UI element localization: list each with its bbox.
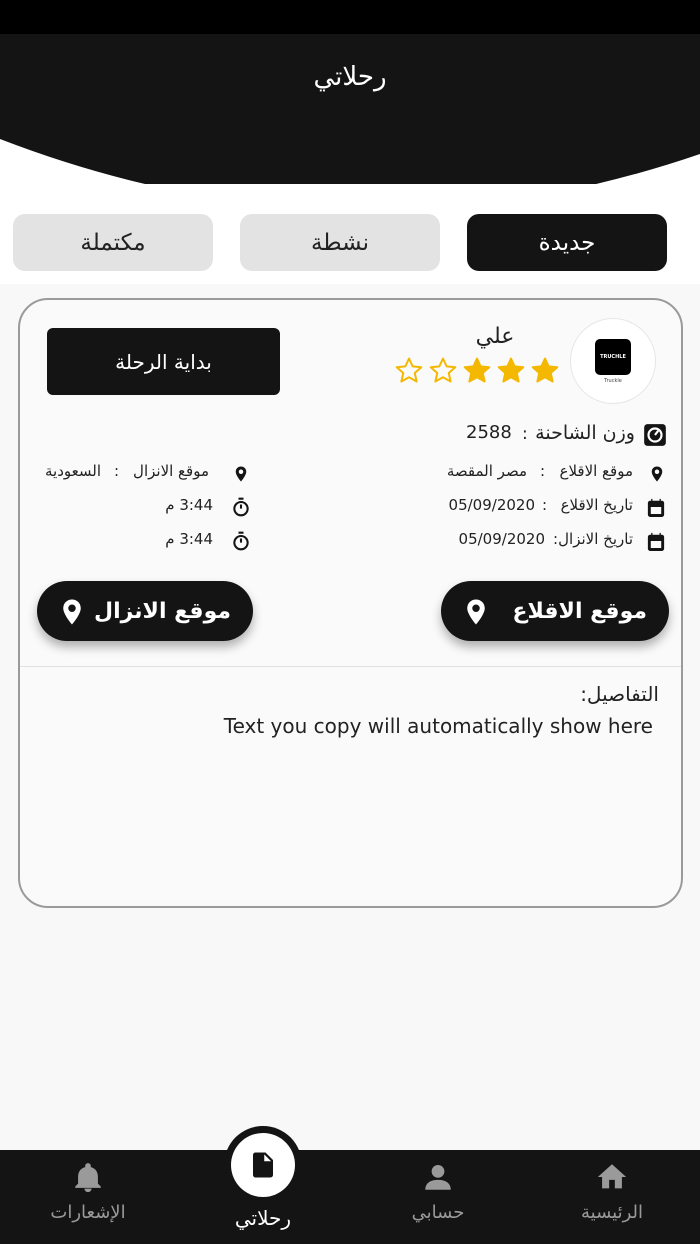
pickup-time: 3:44 م [165, 496, 213, 514]
status-bar [0, 0, 700, 34]
start-trip-button[interactable]: بداية الرحلة [47, 328, 280, 395]
dropoff-separator: : [114, 462, 120, 480]
star-filled-icon [530, 356, 560, 386]
pickup-date-value: 05/09/2020 [448, 496, 535, 514]
dropoff-location-button[interactable]: موقع الانزال [37, 581, 253, 641]
location-pin-icon [651, 466, 663, 482]
header: رحلاتي [0, 34, 700, 184]
tabs-row: جديدة نشطة مكتملة [0, 184, 700, 284]
stopwatch-icon [233, 531, 249, 551]
star-empty-icon [394, 356, 424, 386]
tab-active[interactable]: نشطة [240, 214, 440, 271]
nav-notifications[interactable]: الإشعارات [18, 1150, 158, 1244]
nav-account-label: حسابي [411, 1202, 465, 1223]
nav-trips-label: رحلاتي [234, 1206, 292, 1230]
details-text: Text you copy will automatically show he… [223, 714, 653, 738]
home-icon [597, 1164, 627, 1189]
pickup-date-label: تاريخ الاقلاع [560, 496, 633, 514]
location-pin-icon [235, 466, 247, 482]
tab-new[interactable]: جديدة [467, 214, 667, 271]
dropoff-time: 3:44 م [165, 530, 213, 548]
tab-completed[interactable]: مكتملة [13, 214, 213, 271]
nav-trips-button[interactable] [231, 1133, 295, 1197]
dropoff-date-value: 05/09/2020 [458, 530, 545, 548]
pickup-location-button[interactable]: موقع الاقلاع [441, 581, 669, 641]
pickup-location-value: مصر المقصة [446, 462, 527, 480]
dropoff-location-button-label: موقع الانزال [93, 598, 231, 624]
pickup-separator: : [540, 462, 546, 480]
location-pin-icon [63, 599, 81, 625]
dropoff-date-separator: : [553, 530, 559, 548]
pickup-date-separator: : [542, 496, 548, 514]
document-icon [253, 1152, 273, 1178]
trip-card: TRUCHLE Truckle علي بداية الرحلة وزن الش… [18, 298, 683, 908]
dropoff-location-label: موقع الانزال [133, 462, 209, 480]
truck-weight-label: وزن الشاحنة [535, 422, 635, 444]
nav-home-label: الرئيسية [581, 1202, 643, 1223]
bottom-nav: الرئيسية حسابي الإشعارات [0, 1150, 700, 1244]
rating-stars [394, 356, 560, 386]
star-filled-icon [496, 356, 526, 386]
driver-name: علي [475, 324, 515, 349]
nav-notifications-label: الإشعارات [50, 1202, 126, 1223]
weight-separator: : [522, 424, 528, 444]
calendar-icon [647, 498, 665, 517]
person-icon [425, 1164, 451, 1190]
location-pin-icon [467, 599, 485, 625]
dropoff-date-label: تاريخ الانزال [558, 530, 633, 548]
calendar-icon [647, 532, 665, 551]
screen: رحلاتي جديدة نشطة مكتملة TRUCHLE Truckle… [0, 0, 700, 1244]
bell-icon [75, 1163, 101, 1193]
dropoff-location-value: السعودية [44, 462, 101, 480]
logo-caption: Truckle [604, 377, 622, 384]
nav-trips[interactable] [224, 1126, 302, 1204]
weight-icon [644, 424, 666, 446]
page-title: رحلاتي [313, 62, 387, 92]
pickup-location-label: موقع الاقلاع [559, 462, 634, 480]
details-label: التفاصيل: [580, 682, 659, 706]
truck-weight-value: 2588 [466, 422, 512, 443]
divider [20, 666, 681, 667]
pickup-location-button-label: موقع الاقلاع [512, 598, 647, 624]
header-curve [0, 34, 700, 184]
logo-mark: TRUCHLE [595, 338, 631, 375]
company-logo: TRUCHLE Truckle [570, 318, 656, 404]
nav-account[interactable]: حسابي [368, 1150, 508, 1244]
nav-home[interactable]: الرئيسية [542, 1150, 682, 1244]
stopwatch-icon [233, 497, 249, 517]
star-empty-icon [428, 356, 458, 386]
star-filled-icon [462, 356, 492, 386]
